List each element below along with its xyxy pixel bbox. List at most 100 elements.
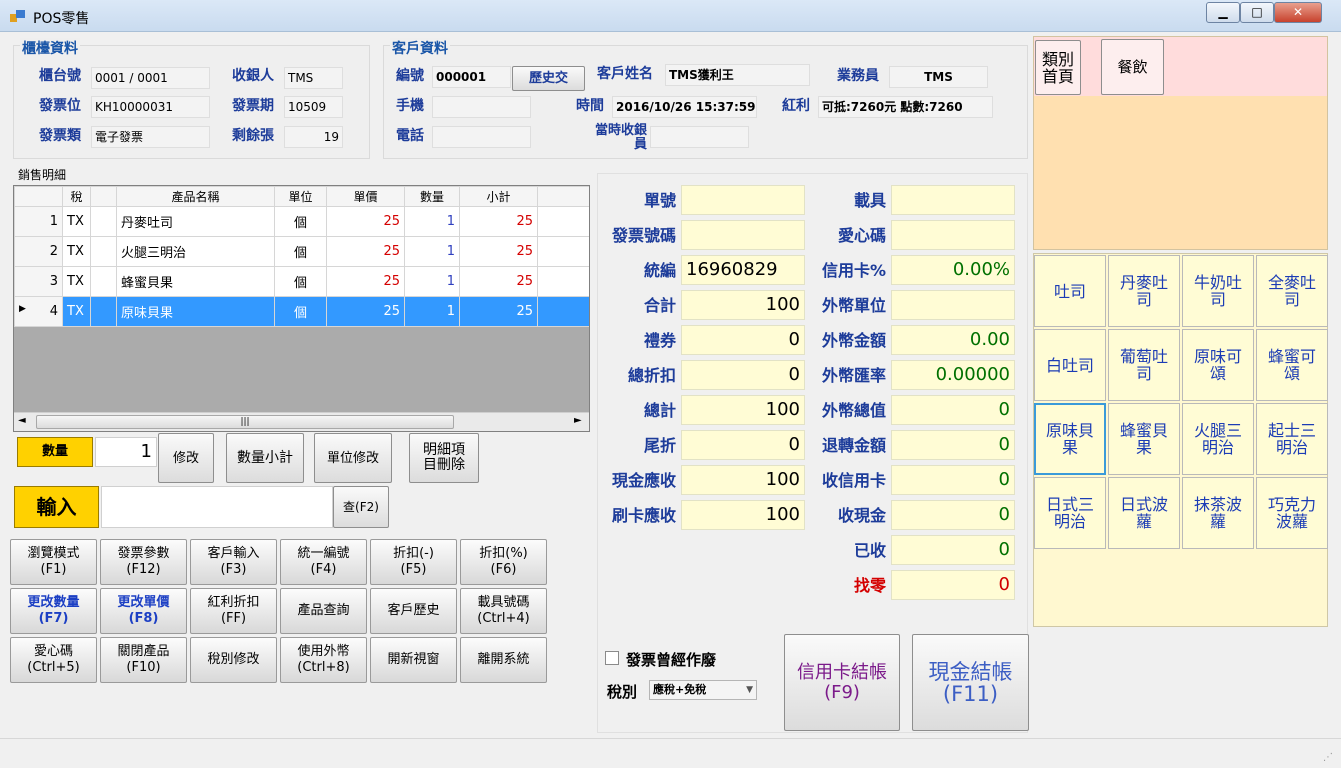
- summary-value[interactable]: 100: [681, 465, 805, 495]
- sales-grid[interactable]: 稅 產品名稱 單位 單價 數量 小計 1 TX 丹麥吐司 個 25 1 25 2…: [13, 185, 590, 432]
- close-button[interactable]: ✕: [1274, 2, 1322, 23]
- product-button[interactable]: 抹茶波 蘿: [1182, 477, 1254, 549]
- minimize-button[interactable]: ▁: [1206, 2, 1240, 23]
- function-key-6[interactable]: 折扣(%) (F6): [460, 539, 547, 585]
- product-button[interactable]: 蜂蜜貝 果: [1108, 403, 1180, 475]
- product-button[interactable]: 葡萄吐 司: [1108, 329, 1180, 401]
- summary-value[interactable]: 0: [681, 325, 805, 355]
- col-header-blank[interactable]: [90, 186, 117, 207]
- function-key-4[interactable]: 統一編號 (F4): [280, 539, 367, 585]
- product-button[interactable]: 起士三 明治: [1256, 403, 1328, 475]
- function-key-16[interactable]: 使用外幣 (Ctrl+8): [280, 637, 367, 683]
- function-key-13[interactable]: 愛心碼 (Ctrl+5): [10, 637, 97, 683]
- function-key-18[interactable]: 離開系統: [460, 637, 547, 683]
- product-button[interactable]: 吐司: [1034, 255, 1106, 327]
- void-checkbox[interactable]: [605, 651, 619, 665]
- grid-header: 稅 產品名稱 單位 單價 數量 小計: [14, 186, 589, 207]
- product-button[interactable]: 巧克力 波蘿: [1256, 477, 1328, 549]
- phone-field[interactable]: [432, 96, 531, 118]
- horizontal-scrollbar[interactable]: ◄ ||| ►: [14, 412, 589, 431]
- scroll-thumb[interactable]: |||: [36, 415, 454, 429]
- row-price: 25: [326, 266, 405, 297]
- customer-id-field[interactable]: 000001: [432, 66, 511, 88]
- maximize-button[interactable]: □: [1240, 2, 1274, 23]
- function-key-2[interactable]: 發票參數 (F12): [100, 539, 187, 585]
- product-button[interactable]: 原味可 頌: [1182, 329, 1254, 401]
- summary-value[interactable]: 100: [681, 395, 805, 425]
- summary-value[interactable]: 0.00: [891, 325, 1015, 355]
- query-button[interactable]: 查(F2): [333, 486, 389, 528]
- col-header-name[interactable]: 產品名稱: [116, 186, 275, 207]
- qty-input[interactable]: 1: [95, 437, 157, 467]
- col-header-qty[interactable]: 數量: [404, 186, 460, 207]
- function-key-5[interactable]: 折扣(-) (F5): [370, 539, 457, 585]
- product-button[interactable]: 白吐司: [1034, 329, 1106, 401]
- summary-value[interactable]: [891, 185, 1015, 215]
- function-key-9[interactable]: 紅利折扣 (FF): [190, 588, 277, 634]
- summary-value[interactable]: [891, 290, 1015, 320]
- summary-value[interactable]: 0.00%: [891, 255, 1015, 285]
- unit-modify-button[interactable]: 單位修改: [314, 433, 392, 483]
- summary-value[interactable]: 0: [891, 535, 1015, 565]
- history-button[interactable]: 歷史交: [512, 66, 585, 91]
- product-button[interactable]: 牛奶吐 司: [1182, 255, 1254, 327]
- summary-value[interactable]: [891, 220, 1015, 250]
- summary-value[interactable]: 0: [891, 465, 1015, 495]
- table-row-selected[interactable]: ▶ 4 TX 原味貝果 個 25 1 25: [14, 296, 589, 327]
- row-number: 3: [14, 266, 63, 297]
- table-row[interactable]: 3 TX 蜂蜜貝果 個 25 1 25: [14, 266, 589, 297]
- function-key-1[interactable]: 瀏覽模式 (F1): [10, 539, 97, 585]
- row-unit: 個: [274, 266, 327, 297]
- chevron-down-icon[interactable]: ▼: [746, 681, 753, 699]
- summary-value[interactable]: 0: [681, 430, 805, 460]
- col-header-subtotal[interactable]: 小計: [459, 186, 538, 207]
- resize-grip-icon[interactable]: ⋰: [1323, 752, 1337, 766]
- scroll-right-icon[interactable]: ►: [574, 415, 582, 426]
- function-key-15[interactable]: 稅別修改: [190, 637, 277, 683]
- summary-value[interactable]: 0: [891, 500, 1015, 530]
- product-button[interactable]: 日式三 明治: [1034, 477, 1106, 549]
- product-button[interactable]: 丹麥吐 司: [1108, 255, 1180, 327]
- modify-button[interactable]: 修改: [158, 433, 214, 483]
- function-key-7[interactable]: 更改數量 (F7): [10, 588, 97, 634]
- input-field[interactable]: [101, 486, 333, 528]
- cash-checkout-button[interactable]: 現金結帳 (F11): [912, 634, 1029, 731]
- summary-value[interactable]: 0: [891, 395, 1015, 425]
- summary-value[interactable]: 0: [891, 430, 1015, 460]
- summary-value[interactable]: 0: [891, 570, 1015, 600]
- category-home-button[interactable]: 類別 首頁: [1035, 40, 1081, 95]
- product-button[interactable]: 全麥吐 司: [1256, 255, 1328, 327]
- row-subtotal: 25: [459, 266, 538, 297]
- scroll-left-icon[interactable]: ◄: [18, 415, 26, 426]
- tel-field[interactable]: [432, 126, 531, 148]
- function-key-14[interactable]: 關閉產品 (F10): [100, 637, 187, 683]
- product-button[interactable]: 火腿三 明治: [1182, 403, 1254, 475]
- function-key-10[interactable]: 產品查詢: [280, 588, 367, 634]
- remaining-field: 19: [284, 126, 343, 148]
- category-food-button[interactable]: 餐飲: [1101, 39, 1164, 95]
- function-key-3[interactable]: 客戶輸入 (F3): [190, 539, 277, 585]
- col-header-unit[interactable]: 單位: [274, 186, 327, 207]
- product-button[interactable]: 日式波 蘿: [1108, 477, 1180, 549]
- function-key-17[interactable]: 開新視窗: [370, 637, 457, 683]
- summary-value[interactable]: 100: [681, 290, 805, 320]
- summary-value[interactable]: 100: [681, 500, 805, 530]
- table-row[interactable]: 2 TX 火腿三明治 個 25 1 25: [14, 236, 589, 267]
- product-button[interactable]: 蜂蜜可 頌: [1256, 329, 1328, 401]
- function-key-8[interactable]: 更改單價 (F8): [100, 588, 187, 634]
- col-header-price[interactable]: 單價: [326, 186, 405, 207]
- card-checkout-button[interactable]: 信用卡結帳 (F9): [784, 634, 900, 731]
- tax-type-select[interactable]: 應稅+免稅 ▼: [649, 680, 757, 700]
- summary-value[interactable]: 0: [681, 360, 805, 390]
- col-header-tax[interactable]: 稅: [62, 186, 91, 207]
- summary-value[interactable]: 0.00000: [891, 360, 1015, 390]
- qty-subtotal-button[interactable]: 數量小計: [226, 433, 304, 483]
- product-button[interactable]: 原味貝 果: [1034, 403, 1106, 475]
- function-key-12[interactable]: 載具號碼 (Ctrl+4): [460, 588, 547, 634]
- summary-value[interactable]: [681, 220, 805, 250]
- table-row[interactable]: 1 TX 丹麥吐司 個 25 1 25: [14, 206, 589, 237]
- summary-value[interactable]: 16960829: [681, 255, 805, 285]
- function-key-11[interactable]: 客戶歷史: [370, 588, 457, 634]
- delete-line-button[interactable]: 明細項 目刪除: [409, 433, 479, 483]
- summary-value[interactable]: [681, 185, 805, 215]
